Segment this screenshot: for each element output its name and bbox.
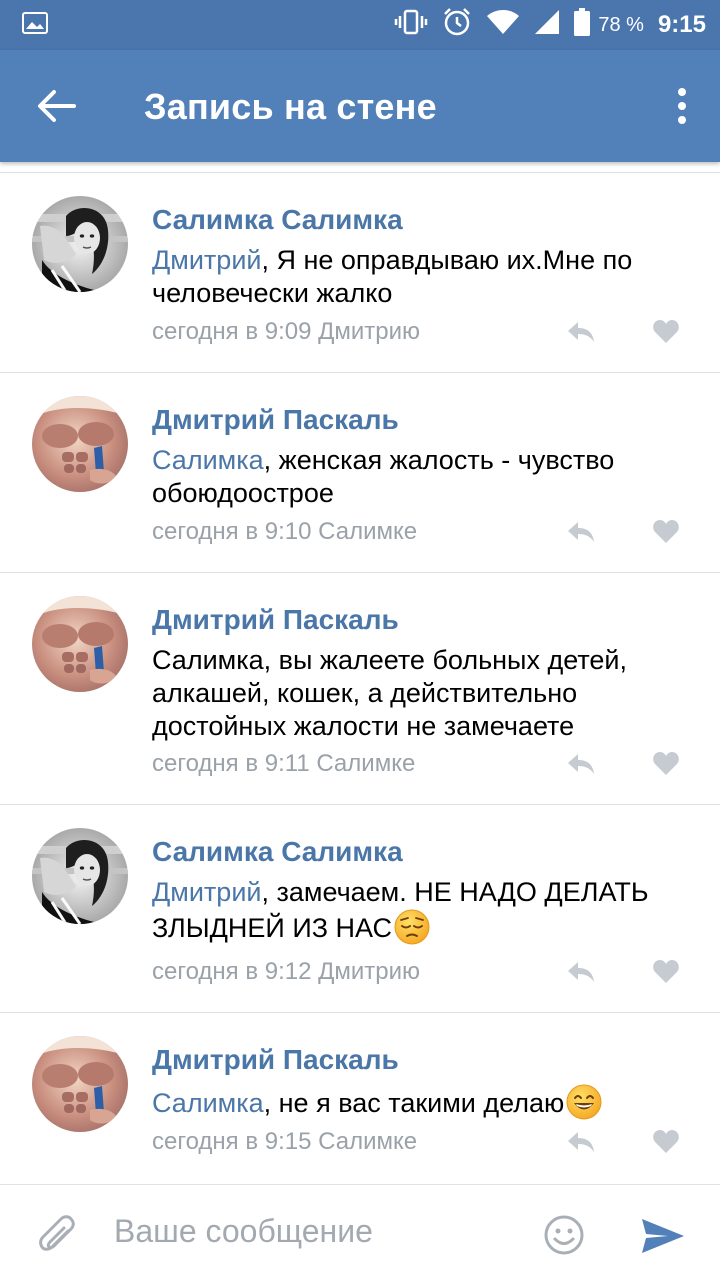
mention-link[interactable]: Дмитрий [152,245,261,275]
avatar[interactable] [32,1036,128,1132]
comment-text: Салимка, не я вас такими делаю [152,1084,692,1120]
comment-meta[interactable]: сегодня в 9:10 Салимке [152,518,417,546]
grinning-face-emoji [566,1084,602,1120]
like-icon[interactable] [652,520,680,544]
comment-meta[interactable]: сегодня в 9:15 Салимке [152,1128,417,1156]
comment-text: Дмитрий, замечаем. НЕ НАДО ДЕЛАТЬ ЗЛЫДНЕ… [152,877,649,945]
avatar[interactable] [32,396,128,492]
battery-percent: 78 % [598,13,644,36]
comment-text: Салимка, женская жалость - чувство обоюд… [152,445,615,508]
comment-author[interactable]: Салимка Салимка [152,836,403,868]
page-title: Запись на стене [144,86,437,127]
mention-link[interactable]: Салимка [152,1088,264,1118]
comment-text: Салимка, вы жалеете больных детей, алкаш… [152,645,628,741]
like-icon[interactable] [652,1130,680,1154]
avatar[interactable] [32,828,128,924]
comment-item: Салимка Салимка Дмитрий, замечаем. НЕ НА… [0,804,720,1013]
comment-author[interactable]: Дмитрий Паскаль [152,404,399,436]
comment-meta[interactable]: сегодня в 9:11 Салимке [152,750,415,778]
smile-icon[interactable] [544,1215,584,1255]
battery-icon [574,8,591,42]
status-bar: 78 % 9:15 [0,0,720,50]
comment-author[interactable]: Дмитрий Паскаль [152,1044,399,1076]
message-composer: Ваше сообщение [0,1184,720,1281]
like-icon[interactable] [652,320,680,344]
comment-meta[interactable]: сегодня в 9:12 Дмитрию [152,958,420,986]
like-icon[interactable] [652,960,680,984]
comment-item: Дмитрий Паскаль Салимка, вы жалеете боль… [0,572,720,805]
vibrate-icon [394,9,428,41]
clock: 9:15 [657,11,706,38]
gallery-notification-icon [22,12,48,39]
comment-item: Дмитрий Паскаль Салимка, не я вас такими… [0,1012,720,1184]
more-options-icon[interactable] [674,86,690,126]
reply-icon[interactable] [566,1130,596,1154]
like-icon[interactable] [652,752,680,776]
signal-icon [534,9,560,41]
message-input[interactable]: Ваше сообщение [114,1213,514,1250]
pensive-face-emoji [394,909,430,945]
reply-icon[interactable] [566,752,596,776]
comment-meta[interactable]: сегодня в 9:09 Дмитрию [152,318,420,346]
avatar[interactable] [32,596,128,692]
reply-icon[interactable] [566,320,596,344]
back-arrow-icon[interactable] [36,88,76,124]
avatar[interactable] [32,196,128,292]
comment-author[interactable]: Салимка Салимка [152,204,403,236]
mention-link[interactable]: Салимка [152,445,264,475]
alarm-icon [442,7,472,43]
reply-icon[interactable] [566,520,596,544]
mention-link[interactable]: Дмитрий [152,877,261,907]
comment-item: Салимка Салимка Дмитрий, Я не оправдываю… [0,172,720,373]
paperclip-icon[interactable] [38,1215,78,1259]
comment-text: Дмитрий, Я не оправдываю их.Мне по челов… [152,245,633,308]
comment-author[interactable]: Дмитрий Паскаль [152,604,399,636]
comment-item: Дмитрий Паскаль Салимка, женская жалость… [0,372,720,573]
reply-icon[interactable] [566,960,596,984]
app-bar: Запись на стене [0,50,720,162]
wifi-icon [486,9,520,41]
send-icon[interactable] [640,1217,686,1255]
